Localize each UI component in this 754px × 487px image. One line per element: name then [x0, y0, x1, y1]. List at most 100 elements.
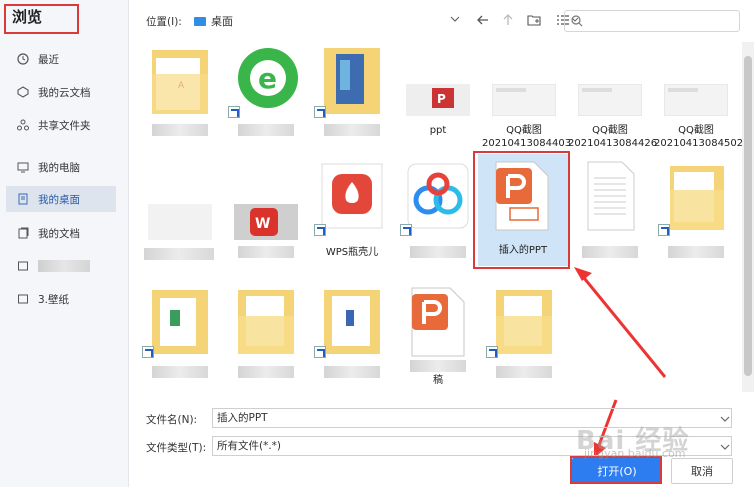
baidu-watermark-url: jingyan.baidu.com: [584, 447, 686, 460]
share-icon: [16, 118, 30, 132]
blurred-filename: [410, 246, 466, 258]
screenshot-thumbnail-icon: [664, 84, 728, 116]
file-name: QQ截图 20210413084426: [568, 125, 658, 149]
annotation-arrow-icon: [574, 267, 667, 378]
file-item[interactable]: A: [138, 44, 222, 144]
selected-file-highlight-box: [473, 151, 570, 269]
folder-icon: [238, 290, 294, 354]
file-item[interactable]: [568, 160, 652, 270]
file-item[interactable]: [310, 44, 394, 144]
blurred-filename: [144, 248, 214, 260]
sidebar-title: 浏览: [12, 8, 43, 26]
blurred-filename: [410, 360, 466, 372]
shortcut-arrow-icon: [314, 346, 326, 358]
filename-label: 文件名(N):: [146, 414, 198, 426]
sidebar-item-shared-folder[interactable]: 共享文件夹: [6, 112, 116, 138]
blurred-filename: [152, 366, 208, 378]
blurred-filename: [238, 124, 294, 136]
sidebar-item-label: 最近: [38, 53, 59, 66]
shortcut-arrow-icon: [314, 106, 326, 118]
blurred-filename: [152, 124, 208, 136]
file-item[interactable]: QQ截图 20210413084426: [568, 44, 658, 154]
file-item[interactable]: P ppt: [396, 44, 480, 144]
desktop-icon: [16, 192, 30, 206]
shortcut-arrow-icon: [142, 346, 154, 358]
sidebar: 浏览 最近 我的云文档 共享文件夹 我的电脑 我的桌面 我的文档 3.壁纸: [0, 0, 129, 487]
blurred-filename: [496, 366, 552, 378]
blurred-filename: [668, 246, 724, 258]
up-arrow-icon[interactable]: [501, 13, 515, 30]
sidebar-item-label: 我的云文档: [38, 86, 91, 99]
shortcut-arrow-icon: [228, 106, 240, 118]
folder-icon: [324, 290, 380, 354]
sidebar-item-label: 我的电脑: [38, 161, 80, 174]
sidebar-item-cloud-docs[interactable]: 我的云文档: [6, 79, 116, 105]
screenshot-thumbnail-icon: [578, 84, 642, 116]
sidebar-item-label: 3.壁纸: [38, 293, 70, 306]
file-item[interactable]: [138, 160, 222, 270]
file-item[interactable]: [654, 160, 738, 270]
file-item[interactable]: W: [224, 160, 308, 270]
scrollbar-thumb[interactable]: [744, 56, 752, 376]
blurred-label: [38, 260, 90, 272]
file-item[interactable]: e: [224, 44, 308, 144]
folder-icon: [16, 292, 30, 306]
sidebar-item-recent[interactable]: 最近: [6, 46, 116, 72]
svg-text:e: e: [258, 62, 277, 95]
svg-text:W: W: [255, 216, 270, 232]
sidebar-item-my-documents[interactable]: 我的文档: [6, 220, 116, 246]
file-name: 稿: [433, 375, 443, 386]
file-item[interactable]: 稿: [396, 286, 480, 386]
shortcut-arrow-icon: [486, 346, 498, 358]
file-item[interactable]: QQ截图 20210413084403: [482, 44, 572, 154]
shortcut-arrow-icon: [314, 224, 326, 236]
file-item[interactable]: [482, 286, 566, 386]
text-file-icon: [587, 161, 635, 231]
sidebar-item-label: 共享文件夹: [38, 119, 91, 132]
folder-icon: [324, 48, 380, 114]
filetype-label: 文件类型(T):: [146, 442, 207, 454]
wps-shell-app-icon: [321, 163, 383, 229]
new-folder-icon[interactable]: [527, 13, 541, 30]
computer-icon: [16, 160, 30, 174]
search-icon: [571, 15, 583, 30]
blurred-filename: [324, 366, 380, 378]
screenshot-thumbnail-icon: [492, 84, 556, 116]
shortcut-arrow-icon: [400, 224, 412, 236]
folder-icon: [670, 166, 724, 230]
file-name: QQ截图 20210413084502: [654, 125, 744, 149]
file-item[interactable]: [224, 286, 308, 386]
sidebar-item-label: 我的桌面: [38, 193, 80, 206]
location-label: 位置(I):: [146, 16, 182, 28]
cloud-drive-app-icon: [407, 163, 469, 229]
back-arrow-icon[interactable]: [476, 13, 490, 30]
wps-logo-icon: W: [234, 204, 298, 240]
toolbar: 位置(I): 桌面: [128, 0, 754, 42]
file-item[interactable]: QQ截图 20210413084502: [654, 44, 744, 154]
chevron-down-icon: [720, 442, 730, 455]
file-item[interactable]: WPS瓶壳儿: [310, 160, 394, 270]
cancel-button[interactable]: 取消: [671, 458, 733, 484]
blurred-filename: [582, 246, 638, 258]
sidebar-item-wallpaper[interactable]: 3.壁纸: [6, 286, 116, 312]
file-name: QQ截图 20210413084403: [482, 125, 572, 149]
document-icon: [16, 226, 30, 240]
location-dropdown[interactable]: 桌面: [194, 10, 464, 32]
sidebar-item-label: 我的文档: [38, 227, 80, 240]
file-item[interactable]: [396, 160, 480, 270]
chevron-down-icon: [720, 414, 730, 427]
browser-app-icon: e: [238, 48, 298, 108]
ppt-thumbnail-icon: P: [406, 84, 470, 116]
sidebar-item-blurred-folder[interactable]: [6, 253, 116, 279]
ppt-file-icon: [411, 287, 465, 357]
location-value: 桌面: [211, 15, 233, 28]
folder-icon: [496, 290, 552, 354]
folder-icon: [152, 290, 208, 354]
sidebar-item-my-computer[interactable]: 我的电脑: [6, 154, 116, 180]
sidebar-item-my-desktop[interactable]: 我的桌面: [6, 186, 116, 212]
file-item[interactable]: [138, 286, 222, 386]
blurred-filename: [238, 366, 294, 378]
vertical-scrollbar[interactable]: [742, 42, 754, 392]
search-input[interactable]: [564, 10, 740, 32]
file-item[interactable]: [310, 286, 394, 386]
